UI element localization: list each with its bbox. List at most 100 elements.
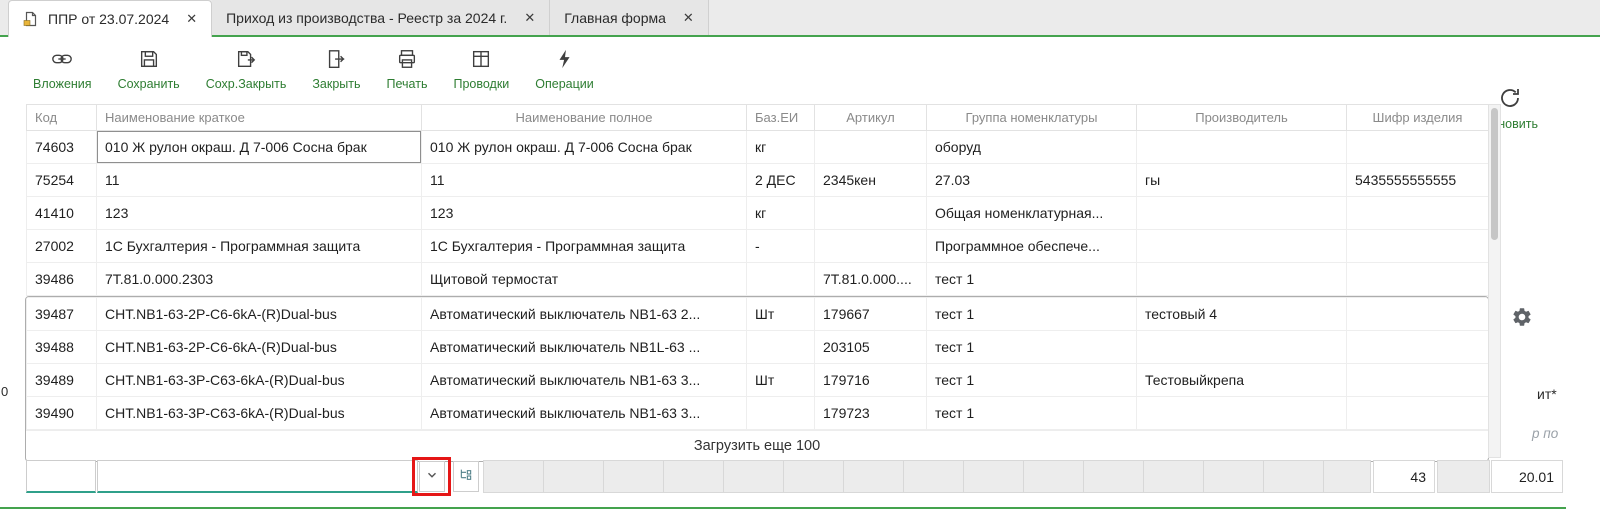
- close-form-button[interactable]: Закрыть: [299, 46, 373, 93]
- load-more-button[interactable]: Загрузить еще 100: [26, 430, 1488, 461]
- cell[interactable]: [1347, 230, 1489, 263]
- cell[interactable]: кг: [747, 197, 815, 230]
- cell[interactable]: [1137, 230, 1347, 263]
- cell[interactable]: 7Т.81.0.000.2303: [97, 263, 422, 296]
- cell[interactable]: 39488: [27, 331, 97, 364]
- cell[interactable]: Автоматический выключатель NB1L-63 ...: [422, 331, 747, 364]
- cell[interactable]: кг: [747, 131, 815, 164]
- cell[interactable]: [1137, 197, 1347, 230]
- cell[interactable]: 1С Бухгалтерия - Программная защита: [97, 230, 422, 263]
- table-row[interactable]: 39489CHT.NB1-63-3P-C63-6kA-(R)Dual-busАв…: [27, 364, 1489, 397]
- column-header-8[interactable]: Шифр изделия: [1347, 105, 1489, 131]
- cell[interactable]: [815, 197, 927, 230]
- tab-ppr-document[interactable]: ППР от 23.07.2024 ✕: [8, 0, 212, 37]
- cell[interactable]: CHT.NB1-63-3P-C63-6kA-(R)Dual-bus: [97, 397, 422, 430]
- cell[interactable]: Шт: [747, 298, 815, 331]
- close-icon[interactable]: ✕: [186, 11, 197, 27]
- column-header-7[interactable]: Производитель: [1137, 105, 1347, 131]
- column-header-3[interactable]: Наименование полное: [422, 105, 747, 131]
- cell[interactable]: [747, 331, 815, 364]
- cell[interactable]: 010 Ж рулон окраш. Д 7-006 Сосна брак: [422, 131, 747, 164]
- cell[interactable]: тест 1: [927, 397, 1137, 430]
- cell[interactable]: [1137, 331, 1347, 364]
- cell[interactable]: 010 Ж рулон окраш. Д 7-006 Сосна брак: [97, 131, 422, 164]
- cell[interactable]: 203105: [815, 331, 927, 364]
- column-header-2[interactable]: Наименование краткое: [97, 105, 422, 131]
- tab-main-form[interactable]: Главная форма ✕: [550, 0, 709, 35]
- operations-button[interactable]: Операции: [522, 46, 606, 93]
- cell[interactable]: Автоматический выключатель NB1-63 3...: [422, 397, 747, 430]
- cell[interactable]: 1С Бухгалтерия - Программная защита: [422, 230, 747, 263]
- cell[interactable]: 179716: [815, 364, 927, 397]
- table-row[interactable]: 74603010 Ж рулон окраш. Д 7-006 Сосна бр…: [27, 131, 1489, 164]
- cell[interactable]: [1347, 298, 1489, 331]
- cell[interactable]: CHT.NB1-63-2P-C6-6kA-(R)Dual-bus: [97, 331, 422, 364]
- cell[interactable]: 27.03: [927, 164, 1137, 197]
- cell[interactable]: [1347, 397, 1489, 430]
- hierarchy-select-button[interactable]: [453, 461, 479, 492]
- save-button[interactable]: Сохранить: [105, 46, 193, 93]
- cell[interactable]: Автоматический выключатель NB1-63 3...: [422, 364, 747, 397]
- cell[interactable]: CHT.NB1-63-2P-C6-6kA-(R)Dual-bus: [97, 298, 422, 331]
- cell[interactable]: 75254: [27, 164, 97, 197]
- cell[interactable]: [1137, 397, 1347, 430]
- close-icon[interactable]: ✕: [524, 10, 535, 26]
- postings-button[interactable]: Проводки: [440, 46, 522, 93]
- cell[interactable]: 179667: [815, 298, 927, 331]
- cell[interactable]: [1347, 263, 1489, 296]
- cell[interactable]: Шт: [747, 364, 815, 397]
- cell[interactable]: гы: [1137, 164, 1347, 197]
- cell[interactable]: 39490: [27, 397, 97, 430]
- cell[interactable]: тестовый 4: [1137, 298, 1347, 331]
- table-row[interactable]: 39490CHT.NB1-63-3P-C63-6kA-(R)Dual-busАв…: [27, 397, 1489, 430]
- cell[interactable]: [1347, 131, 1489, 164]
- table-row[interactable]: 39487CHT.NB1-63-2P-C6-6kA-(R)Dual-busАвт…: [27, 298, 1489, 331]
- column-header-4[interactable]: Баз.ЕИ: [747, 105, 815, 131]
- cell[interactable]: [815, 230, 927, 263]
- cell[interactable]: [1347, 364, 1489, 397]
- cell[interactable]: тест 1: [927, 331, 1137, 364]
- dropdown-arrow-button[interactable]: [419, 461, 445, 492]
- cell[interactable]: Программное обеспече...: [927, 230, 1137, 263]
- cell[interactable]: 39486: [27, 263, 97, 296]
- tab-prihod-register[interactable]: Приход из производства - Реестр за 2024 …: [212, 0, 550, 35]
- code-input[interactable]: [26, 460, 96, 493]
- cell[interactable]: 27002: [27, 230, 97, 263]
- save-close-button[interactable]: Сохр.Закрыть: [193, 46, 300, 93]
- cell[interactable]: оборуд: [927, 131, 1137, 164]
- cell[interactable]: тест 1: [927, 364, 1137, 397]
- cell[interactable]: 123: [97, 197, 422, 230]
- cell[interactable]: [1347, 197, 1489, 230]
- cell[interactable]: 7Т.81.0.000....: [815, 263, 927, 296]
- nomenclature-input[interactable]: [97, 460, 418, 493]
- cell[interactable]: -: [747, 230, 815, 263]
- table-row[interactable]: 270021С Бухгалтерия - Программная защита…: [27, 230, 1489, 263]
- cell[interactable]: 11: [422, 164, 747, 197]
- form-settings-button[interactable]: [1504, 300, 1540, 336]
- column-header-1[interactable]: Код: [27, 105, 97, 131]
- cell[interactable]: тест 1: [927, 298, 1137, 331]
- column-header-6[interactable]: Группа номенклатуры: [927, 105, 1137, 131]
- cell[interactable]: [1347, 331, 1489, 364]
- print-button[interactable]: Печать: [374, 46, 441, 93]
- cell[interactable]: 179723: [815, 397, 927, 430]
- cell[interactable]: Автоматический выключатель NB1-63 2...: [422, 298, 747, 331]
- close-icon[interactable]: ✕: [683, 10, 694, 26]
- cell[interactable]: [747, 397, 815, 430]
- cell[interactable]: 41410: [27, 197, 97, 230]
- cell[interactable]: 2 ДЕС: [747, 164, 815, 197]
- cell[interactable]: 5435555555555: [1347, 164, 1489, 197]
- cell[interactable]: 2345кен: [815, 164, 927, 197]
- cell[interactable]: [1137, 131, 1347, 164]
- cell[interactable]: 39487: [27, 298, 97, 331]
- column-header-5[interactable]: Артикул: [815, 105, 927, 131]
- cell[interactable]: 123: [422, 197, 747, 230]
- cell[interactable]: CHT.NB1-63-3P-C63-6kA-(R)Dual-bus: [97, 364, 422, 397]
- cell[interactable]: [1137, 263, 1347, 296]
- table-row[interactable]: 41410123123кгОбщая номенклатурная...: [27, 197, 1489, 230]
- scrollbar-thumb[interactable]: [1491, 108, 1498, 240]
- cell[interactable]: [747, 263, 815, 296]
- cell[interactable]: тест 1: [927, 263, 1137, 296]
- table-row[interactable]: 394867Т.81.0.000.2303Щитовой термостат7Т…: [27, 263, 1489, 296]
- cell[interactable]: 74603: [27, 131, 97, 164]
